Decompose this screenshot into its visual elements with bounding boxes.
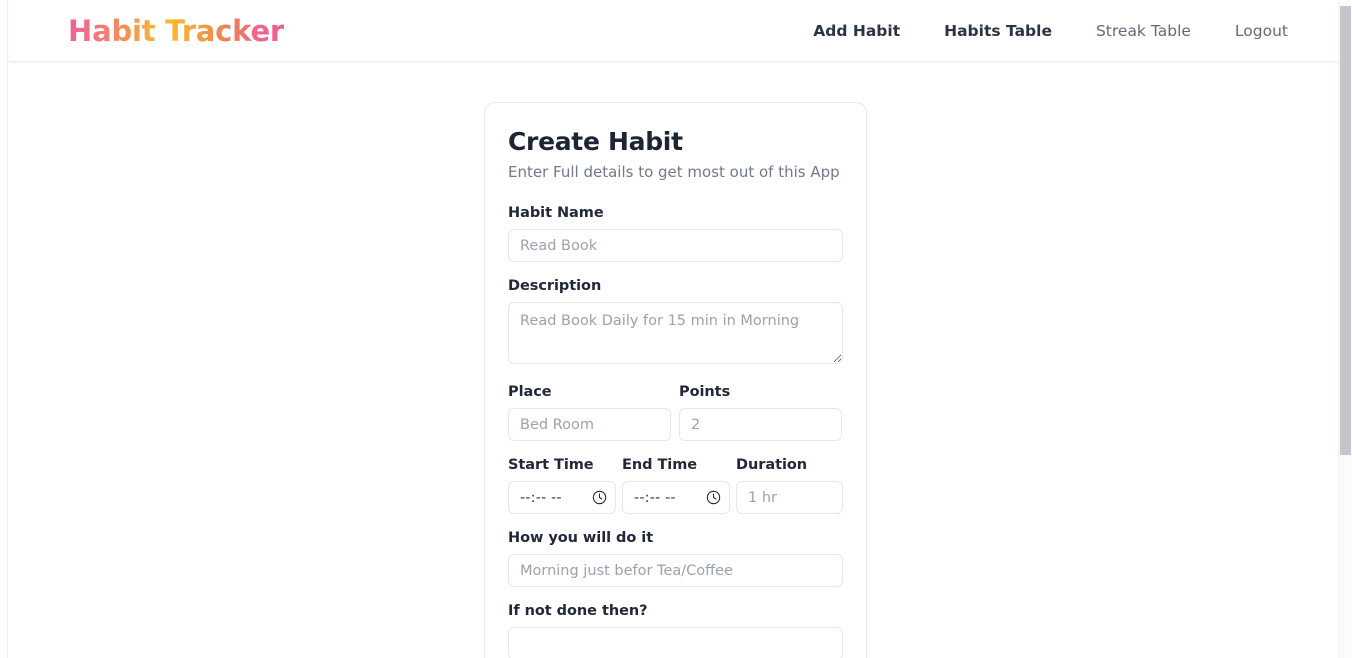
end-time-value: --:-- -- (634, 489, 676, 506)
habit-name-input[interactable] (508, 229, 843, 262)
nav-link-habits-table[interactable]: Habits Table (944, 14, 1052, 48)
brand-logo[interactable]: Habit Tracker (68, 14, 284, 48)
label-points: Points (679, 384, 731, 400)
nav-link-streak-table[interactable]: Streak Table (1096, 14, 1191, 48)
label-start-time: Start Time (508, 457, 594, 473)
field-end-time: End Time --:-- -- (622, 457, 730, 514)
field-duration: Duration (736, 457, 843, 514)
row-time-duration: Start Time --:-- -- End Time --:-- -- Du… (508, 457, 843, 514)
place-input[interactable] (508, 408, 671, 441)
label-habit-name: Habit Name (508, 205, 604, 221)
field-place: Place (508, 384, 671, 441)
top-navbar: Habit Tracker Add Habit Habits Table Str… (9, 0, 1338, 62)
field-if-not-done: If not done then? (508, 603, 843, 658)
points-input[interactable] (679, 408, 842, 441)
end-time-input[interactable]: --:-- -- (622, 481, 730, 514)
label-if-not-done: If not done then? (508, 603, 648, 619)
start-time-wrap: --:-- -- (508, 481, 616, 514)
card-title: Create Habit (508, 127, 683, 156)
if-not-done-input[interactable] (508, 627, 843, 658)
page-root: Habit Tracker Add Habit Habits Table Str… (0, 0, 1352, 658)
main-navigation: Add Habit Habits Table Streak Table Logo… (769, 14, 1288, 48)
clock-icon[interactable] (592, 490, 607, 505)
field-start-time: Start Time --:-- -- (508, 457, 616, 514)
clock-icon[interactable] (706, 490, 721, 505)
page-scrollbar-track[interactable] (1338, 0, 1352, 658)
nav-link-logout[interactable]: Logout (1235, 14, 1288, 48)
field-how-you-will-do-it: How you will do it (508, 530, 843, 587)
label-how-you-will-do-it: How you will do it (508, 530, 654, 546)
page-scrollbar-thumb[interactable] (1340, 6, 1351, 455)
how-you-will-do-it-input[interactable] (508, 554, 843, 587)
create-habit-card: Create Habit Enter Full details to get m… (484, 102, 867, 658)
label-end-time: End Time (622, 457, 698, 473)
card-subtitle: Enter Full details to get most out of th… (508, 163, 840, 181)
label-duration: Duration (736, 457, 808, 473)
end-time-wrap: --:-- -- (622, 481, 730, 514)
row-place-points: Place Points (508, 384, 843, 441)
description-textarea[interactable] (508, 302, 843, 364)
field-description: Description (508, 278, 843, 368)
label-description: Description (508, 278, 602, 294)
field-points: Points (679, 384, 842, 441)
duration-input[interactable] (736, 481, 843, 514)
start-time-input[interactable]: --:-- -- (508, 481, 616, 514)
page-left-edge (0, 0, 8, 658)
label-place: Place (508, 384, 552, 400)
nav-link-add-habit[interactable]: Add Habit (813, 14, 900, 48)
field-habit-name: Habit Name (508, 205, 843, 262)
main-content: Create Habit Enter Full details to get m… (9, 62, 1338, 658)
start-time-value: --:-- -- (520, 489, 562, 506)
